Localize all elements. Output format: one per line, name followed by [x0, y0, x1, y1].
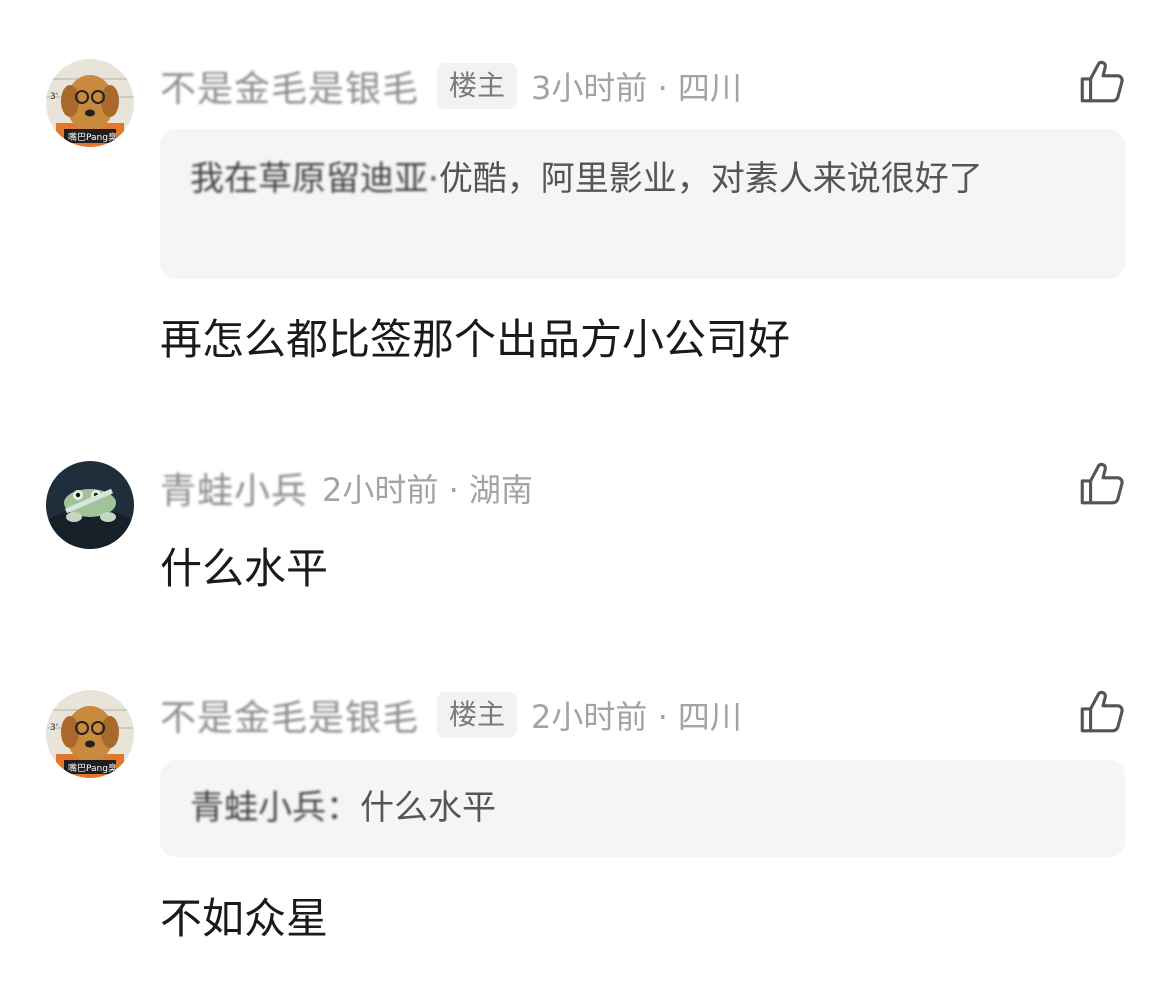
timestamp: 2小时前 · 四川 — [531, 698, 742, 736]
golden-retriever-avatar[interactable]: 4' 3' 嘴巴Pang臭 — [46, 690, 134, 778]
thumbs-up-icon[interactable] — [1076, 57, 1126, 107]
quote-text: 什么水平 — [360, 788, 496, 828]
quote-author: 青蛙小兵： — [190, 788, 360, 828]
quoted-reply: 青蛙小兵：什么水平 — [160, 760, 1125, 857]
username[interactable]: 不是金毛是银毛 — [160, 689, 419, 741]
svg-text:4': 4' — [50, 70, 58, 80]
author-badge: 楼主 — [437, 692, 518, 738]
golden-retriever-avatar[interactable]: 4' 3' 嘴巴Pang臭 — [46, 59, 134, 147]
svg-text:嘴巴Pang臭: 嘴巴Pang臭 — [68, 131, 117, 143]
quote-text: 优酷，阿里影业，对素人来说很好了 — [438, 159, 983, 199]
quoted-reply: 我在草原留迪亚·优酷，阿里影业，对素人来说很好了 — [160, 129, 1125, 279]
comment-meta: 青蛙小兵 2小时前 · 湖南 — [160, 463, 533, 513]
thumbs-up-icon[interactable] — [1076, 459, 1126, 509]
comment-text: 再怎么都比签那个出品方小公司好 — [160, 315, 791, 364]
comment-text: 什么水平 — [160, 544, 329, 593]
comment-meta: 不是金毛是银毛 楼主 3小时前 · 四川 — [160, 61, 742, 111]
svg-text:3': 3' — [50, 92, 58, 102]
author-badge: 楼主 — [437, 63, 518, 109]
svg-text:4': 4' — [50, 701, 58, 711]
frog-avatar[interactable] — [46, 461, 134, 549]
svg-text:3': 3' — [50, 723, 58, 733]
timestamp: 2小时前 · 湖南 — [322, 471, 533, 509]
username[interactable]: 不是金毛是银毛 — [160, 60, 419, 112]
comment-meta: 不是金毛是银毛 楼主 2小时前 · 四川 — [160, 690, 742, 740]
username[interactable]: 青蛙小兵 — [160, 462, 308, 514]
timestamp: 3小时前 · 四川 — [531, 69, 742, 107]
thumbs-up-icon[interactable] — [1076, 687, 1126, 737]
quote-author: 我在草原留迪亚· — [190, 159, 439, 199]
comment-text: 不如众星 — [160, 894, 329, 943]
svg-text:嘴巴Pang臭: 嘴巴Pang臭 — [68, 762, 117, 774]
